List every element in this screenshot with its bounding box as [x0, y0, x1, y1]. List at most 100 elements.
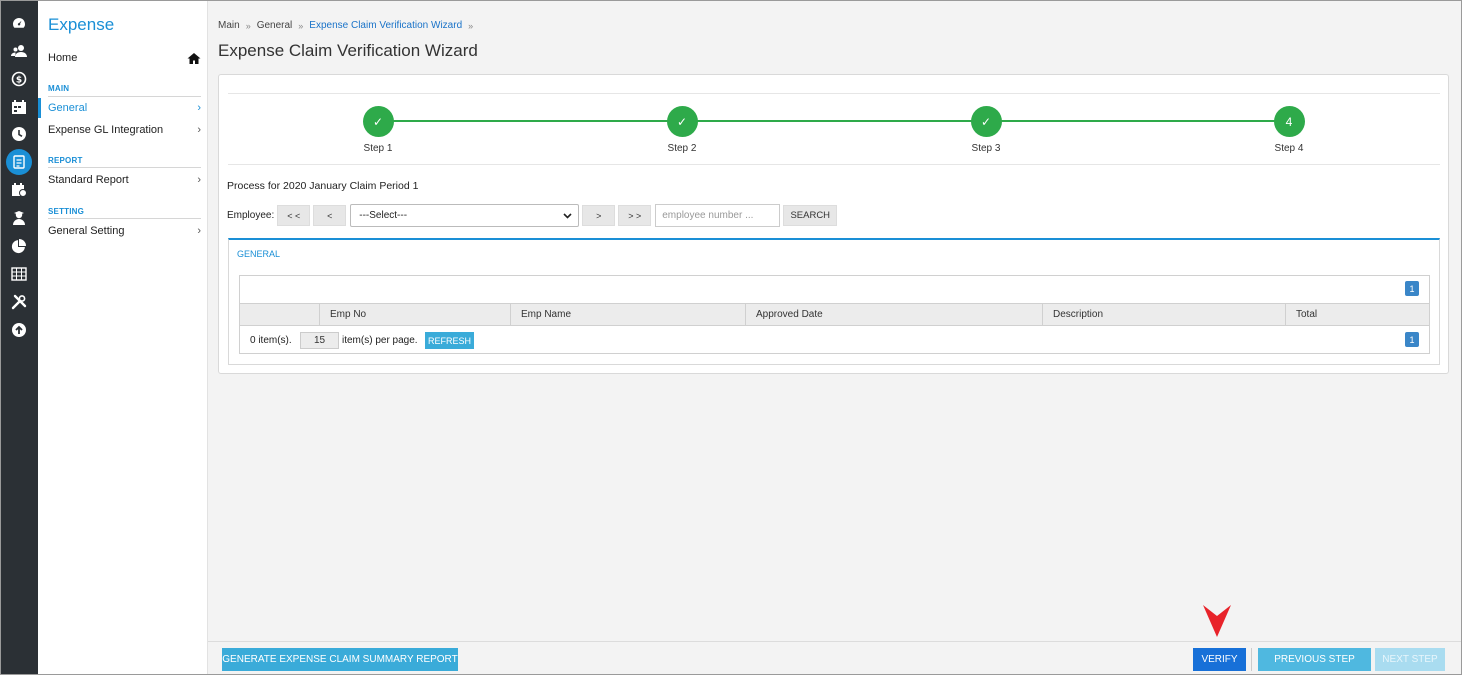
column-header-select[interactable] — [240, 304, 319, 325]
pager-bottom: 1 — [1405, 332, 1419, 347]
column-header-description[interactable]: Description — [1042, 304, 1285, 325]
search-button[interactable]: SEARCH — [783, 205, 838, 226]
training-icon[interactable] — [9, 208, 29, 228]
sidebar-item-label: Expense GL Integration — [48, 124, 164, 136]
general-panel: GENERAL 1 Emp No Emp Name Approved Date … — [228, 238, 1440, 365]
clock-icon[interactable] — [9, 124, 29, 144]
pointer-arrow-icon — [1203, 605, 1231, 637]
claims-grid: 1 Emp No Emp Name Approved Date Descript… — [239, 275, 1430, 354]
sidebar-item-general-setting[interactable]: General Setting › — [38, 221, 201, 241]
sidebar-item-general[interactable]: General › — [38, 98, 201, 118]
check-icon: ✓ — [666, 106, 698, 137]
sidebar: Expense Home MAIN General › Expense GL I… — [38, 1, 208, 674]
first-employee-button[interactable]: < < — [277, 205, 311, 226]
panel-title: GENERAL — [237, 249, 281, 259]
prev-employee-button[interactable]: < — [313, 205, 347, 226]
chart-pie-icon[interactable] — [9, 236, 29, 256]
per-page-text: item(s) per page. — [342, 335, 418, 346]
wizard-progress-line — [378, 120, 1290, 122]
chevron-right-icon: › — [197, 225, 201, 237]
sidebar-item-label: General — [48, 102, 88, 114]
sidebar-item-label: Home — [48, 52, 78, 64]
step-label: Step 2 — [667, 143, 697, 154]
select-value: ---Select--- — [359, 210, 408, 221]
page-title: Expense Claim Verification Wizard — [218, 41, 478, 60]
employee-label: Employee: — [227, 210, 275, 221]
item-count-text: 0 item(s). — [250, 335, 292, 346]
column-header-emp-no[interactable]: Emp No — [319, 304, 510, 325]
main-content: Main » General » Expense Claim Verificat… — [208, 1, 1461, 674]
step-label: Step 4 — [1274, 143, 1304, 154]
next-employee-button[interactable]: > — [582, 205, 616, 226]
divider — [1251, 648, 1252, 671]
schedule-icon[interactable] — [9, 180, 29, 200]
breadcrumb-item-current[interactable]: Expense Claim Verification Wizard — [309, 20, 462, 31]
svg-text:$: $ — [16, 76, 22, 86]
divider — [48, 96, 201, 97]
verify-button[interactable]: VERIFY — [1193, 648, 1246, 671]
wizard-step-4[interactable]: 4 Step 4 — [1259, 106, 1319, 154]
wizard-steps: ✓ Step 1 ✓ Step 2 ✓ Step 3 4 Step 4 — [228, 93, 1440, 165]
expense-icon[interactable] — [6, 149, 32, 175]
last-employee-button[interactable]: > > — [618, 205, 652, 226]
step-label: Step 1 — [363, 143, 393, 154]
wizard-step-1[interactable]: ✓ Step 1 — [348, 106, 408, 154]
step-label: Step 3 — [971, 143, 1001, 154]
section-label-report: REPORT — [48, 156, 83, 165]
column-header-approved-date[interactable]: Approved Date — [745, 304, 1042, 325]
breadcrumb-separator-icon: » — [245, 20, 251, 31]
page-button[interactable]: 1 — [1405, 332, 1419, 347]
breadcrumb-item-main[interactable]: Main — [218, 20, 240, 31]
employee-number-input[interactable]: employee number ... — [655, 204, 781, 227]
process-period-text: Process for 2020 January Claim Period 1 — [227, 180, 419, 192]
divider — [48, 167, 201, 168]
column-header-emp-name[interactable]: Emp Name — [510, 304, 745, 325]
section-label-setting: SETTING — [48, 207, 85, 216]
breadcrumb: Main » General » Expense Claim Verificat… — [218, 20, 473, 31]
sidebar-item-expense-gl-integration[interactable]: Expense GL Integration › — [38, 120, 201, 140]
chevron-down-icon — [563, 212, 572, 219]
table-header: Emp No Emp Name Approved Date Descriptio… — [240, 303, 1429, 326]
tools-icon[interactable] — [9, 292, 29, 312]
employee-navigator: Employee: < < < ---Select--- > > > emplo… — [227, 204, 838, 227]
breadcrumb-separator-icon: » — [298, 20, 304, 31]
check-icon: ✓ — [362, 106, 394, 137]
breadcrumb-separator-icon: » — [468, 20, 474, 31]
wizard-step-2[interactable]: ✓ Step 2 — [652, 106, 712, 154]
app-title: Expense — [48, 15, 115, 34]
icon-rail: $ — [1, 1, 38, 674]
dashboard-icon[interactable] — [9, 13, 29, 33]
refresh-button[interactable]: REFRESH — [425, 332, 474, 349]
generate-summary-report-button[interactable]: GENERATE EXPENSE CLAIM SUMMARY REPORT — [222, 648, 458, 671]
wizard-card: ✓ Step 1 ✓ Step 2 ✓ Step 3 4 Step 4 Proc… — [218, 74, 1449, 374]
column-header-total[interactable]: Total — [1285, 304, 1429, 325]
sidebar-item-label: General Setting — [48, 225, 125, 237]
breadcrumb-item-general[interactable]: General — [257, 20, 293, 31]
page-size-input[interactable]: 15 — [300, 332, 339, 349]
employee-select[interactable]: ---Select--- — [350, 204, 580, 227]
app-window: $ Expense Home MAIN General › Expense GL… — [0, 0, 1462, 675]
page-button[interactable]: 1 — [1405, 281, 1419, 296]
sidebar-item-standard-report[interactable]: Standard Report › — [38, 170, 201, 190]
users-icon[interactable] — [9, 41, 29, 61]
action-bar: GENERATE EXPENSE CLAIM SUMMARY REPORT VE… — [208, 641, 1461, 674]
chevron-right-icon: › — [197, 124, 201, 136]
previous-step-button[interactable]: PREVIOUS STEP — [1258, 648, 1371, 671]
divider — [48, 218, 201, 219]
section-label-main: MAIN — [48, 84, 70, 93]
grid-footer: 0 item(s). 15 item(s) per page. REFRESH … — [240, 327, 1429, 354]
wizard-step-3[interactable]: ✓ Step 3 — [956, 106, 1016, 154]
next-step-button[interactable]: NEXT STEP — [1375, 648, 1445, 671]
pager-top: 1 — [1405, 281, 1419, 296]
step-number: 4 — [1273, 106, 1305, 137]
sidebar-item-label: Standard Report — [48, 174, 129, 186]
sidebar-item-home[interactable]: Home — [48, 49, 201, 67]
table-icon[interactable] — [9, 264, 29, 284]
calendar-icon[interactable] — [9, 97, 29, 117]
check-icon: ✓ — [970, 106, 1002, 137]
upload-icon[interactable] — [9, 320, 29, 340]
payroll-icon[interactable]: $ — [9, 69, 29, 89]
chevron-right-icon: › — [197, 174, 201, 186]
chevron-right-icon: › — [197, 102, 201, 114]
home-icon — [187, 52, 201, 64]
